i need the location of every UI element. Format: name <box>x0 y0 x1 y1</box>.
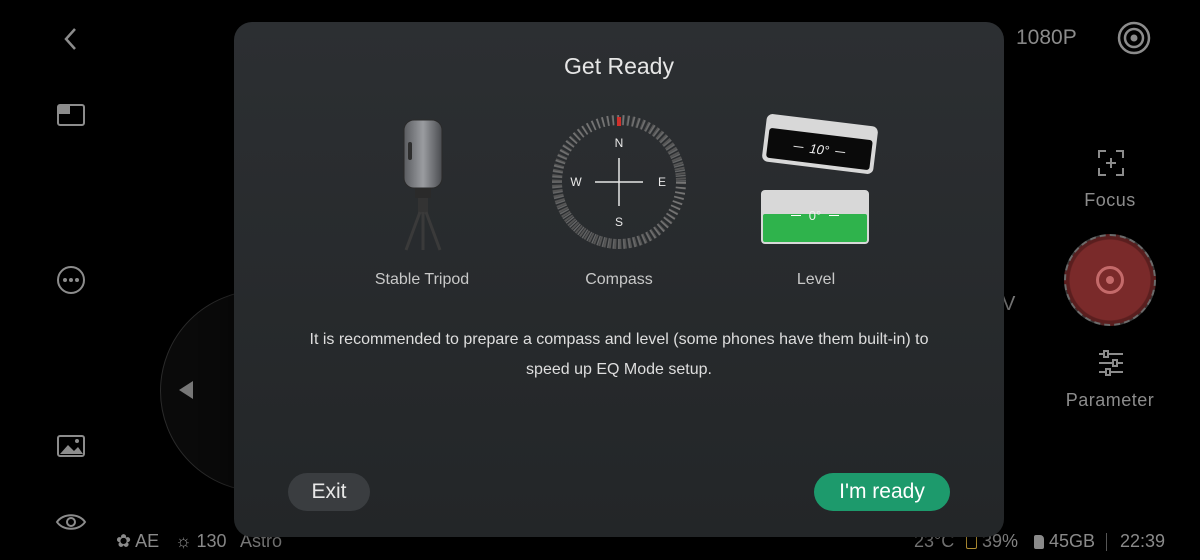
more-dots-icon <box>57 266 85 294</box>
compass-south: S <box>615 215 623 229</box>
compass-icon: N S E W <box>552 115 686 249</box>
ae-label: AE <box>135 531 160 551</box>
compass-north-marker <box>617 117 621 126</box>
preview-toggle-button[interactable] <box>52 503 90 541</box>
exit-button[interactable]: Exit <box>288 473 370 511</box>
eye-icon <box>55 514 87 530</box>
compass-card: N S E W Compass <box>539 112 699 289</box>
tilted-level-icon: 10° <box>761 113 879 175</box>
chevron-left-icon <box>64 28 76 50</box>
status-divider <box>1106 533 1107 551</box>
storage-indicator: 45GB <box>1034 531 1095 552</box>
brightness-indicator: ☼ 130 <box>175 531 227 552</box>
sliders-icon <box>1099 350 1123 376</box>
dialog-description: It is recommended to prepare a compass a… <box>309 331 929 378</box>
sd-card-icon <box>1034 535 1044 549</box>
target-icon <box>1117 21 1151 55</box>
gallery-button[interactable] <box>52 427 90 465</box>
compass-north: N <box>615 136 624 150</box>
get-ready-dialog: Get Ready Stable Tripod N S E W Compass … <box>234 22 1004 537</box>
compass-label: Compass <box>585 271 653 288</box>
aperture-icon: ✿ <box>116 531 132 551</box>
tripod-label: Stable Tripod <box>374 271 470 288</box>
flat-level-value: 0° <box>808 208 822 223</box>
focus-button[interactable]: Focus <box>1050 148 1170 212</box>
flat-level-icon: 0° <box>761 190 869 244</box>
tilted-level-value: 10° <box>808 140 831 158</box>
lens-switch-button[interactable] <box>1116 20 1152 56</box>
parameter-label: Parameter <box>1065 390 1155 410</box>
back-button[interactable] <box>52 20 90 58</box>
tripod-camera-icon <box>403 119 443 251</box>
shutter-dot <box>1106 276 1114 284</box>
ae-indicator: ✿ AE <box>116 531 159 552</box>
tripod-card: Stable Tripod <box>342 112 502 289</box>
aspect-ratio-button[interactable] <box>52 96 90 134</box>
storage-value: 45GB <box>1049 531 1096 551</box>
parameter-button[interactable]: Parameter <box>1050 348 1170 412</box>
compass-west: W <box>570 175 582 189</box>
focus-icon <box>1098 150 1124 176</box>
shutter-button[interactable] <box>1064 234 1156 326</box>
window-icon <box>57 104 85 126</box>
level-label: Level <box>796 271 836 288</box>
clock-time: 22:39 <box>1120 531 1166 551</box>
arrow-left-icon <box>179 381 193 399</box>
compass-east: E <box>658 175 666 189</box>
ready-button[interactable]: I'm ready <box>814 473 950 511</box>
sun-icon: ☼ <box>175 531 192 551</box>
peek-letter: V <box>1002 293 1016 315</box>
focus-label: Focus <box>1084 190 1136 210</box>
image-icon <box>57 435 85 457</box>
level-card: 10° 0° Level <box>736 112 896 289</box>
more-button[interactable] <box>52 261 90 299</box>
brightness-value: 130 <box>196 531 227 551</box>
dialog-title: Get Ready <box>564 53 674 79</box>
resolution-label[interactable]: 1080P <box>1016 26 1077 50</box>
